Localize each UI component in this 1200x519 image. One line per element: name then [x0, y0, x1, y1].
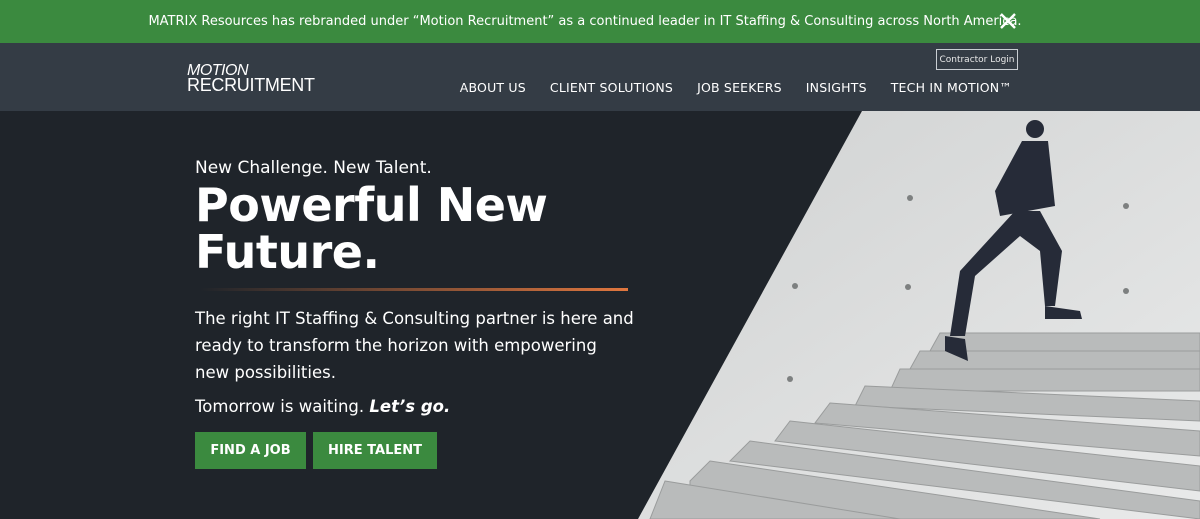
title-line2: Future. — [195, 225, 380, 279]
close-icon[interactable] — [996, 9, 1020, 33]
nav-insights[interactable]: INSIGHTS — [806, 80, 867, 95]
title-line1: Powerful New — [195, 178, 548, 232]
hero-title: Powerful New Future. — [195, 182, 548, 279]
hire-talent-button[interactable]: HIRE TALENT — [313, 432, 437, 469]
tagline-emphasis: Let’s go. — [369, 397, 451, 416]
tagline-text: Tomorrow is waiting. — [195, 397, 365, 416]
nav-client-solutions[interactable]: CLIENT SOLUTIONS — [550, 80, 673, 95]
nav-tech-in-motion[interactable]: TECH IN MOTION™ — [891, 80, 1012, 95]
nav-job-seekers[interactable]: JOB SEEKERS — [697, 80, 782, 95]
find-a-job-button[interactable]: FIND A JOB — [195, 432, 306, 469]
site-header: MOTION RECRUITMENT Contractor Login ABOU… — [0, 43, 1200, 111]
accent-divider — [200, 288, 628, 291]
logo[interactable]: MOTION RECRUITMENT — [187, 63, 315, 95]
hero-tagline: Tomorrow is waiting. Let’s go. — [195, 397, 450, 416]
logo-line2: RECRUITMENT — [187, 75, 315, 95]
nav-about-us[interactable]: ABOUT US — [460, 80, 526, 95]
main-nav: ABOUT US CLIENT SOLUTIONS JOB SEEKERS IN… — [460, 80, 1012, 95]
banner-text: MATRIX Resources has rebranded under “Mo… — [148, 14, 1022, 29]
hero-text: New Challenge. New Talent. Powerful New F… — [195, 158, 548, 279]
hero-eyebrow: New Challenge. New Talent. — [195, 158, 432, 178]
hero-body: The right IT Staffing & Consulting partn… — [195, 309, 634, 382]
announcement-banner: MATRIX Resources has rebranded under “Mo… — [0, 0, 1200, 43]
contractor-login-button[interactable]: Contractor Login — [936, 49, 1018, 70]
